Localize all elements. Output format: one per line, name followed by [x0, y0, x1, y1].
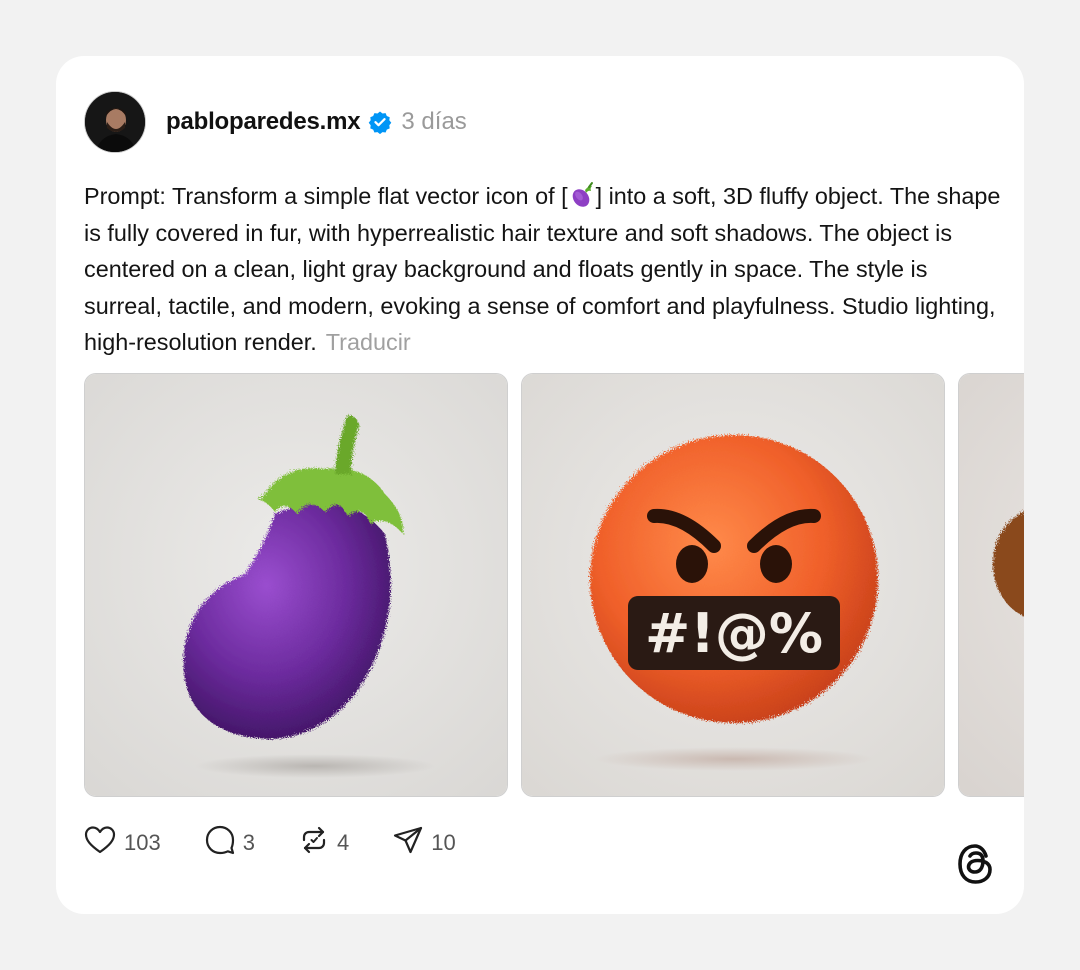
post-timestamp[interactable]: 3 días [401, 108, 466, 136]
like-count: 103 [124, 830, 161, 855]
share-button[interactable]: 10 [393, 825, 456, 861]
repost-button[interactable]: 4 [299, 825, 349, 861]
threads-logo-icon [956, 842, 996, 886]
angry-face-symbols: #!@% [645, 602, 823, 665]
reply-count: 3 [242, 830, 255, 855]
username[interactable]: pabloparedes.mx [166, 108, 361, 136]
gallery-image-eggplant[interactable] [84, 373, 508, 797]
share-icon [393, 825, 431, 861]
avatar[interactable] [84, 91, 146, 153]
post-card: pabloparedes.mx 3 días Prompt: Transform… [56, 56, 1024, 914]
eggplant-emoji-icon [568, 181, 596, 209]
gallery-image-angry-face[interactable]: #!@% [521, 373, 945, 797]
post-text-before: Prompt: Transform a simple flat vector i… [84, 183, 568, 209]
repost-count: 4 [336, 830, 350, 855]
repost-icon [299, 825, 337, 861]
post-header: pabloparedes.mx 3 días [84, 90, 467, 154]
like-button[interactable]: 103 [84, 825, 161, 861]
post-text: Prompt: Transform a simple flat vector i… [84, 178, 1004, 361]
post-actions: 103 3 4 10 [84, 825, 500, 861]
heart-icon [84, 825, 124, 861]
comment-icon [205, 825, 243, 861]
translate-link[interactable]: Traducir [326, 329, 411, 355]
share-count: 10 [431, 830, 456, 855]
gallery-image-third[interactable] [958, 373, 1024, 797]
reply-button[interactable]: 3 [205, 825, 255, 861]
verified-badge-icon [368, 110, 392, 134]
image-carousel[interactable]: #!@% [84, 373, 1024, 799]
